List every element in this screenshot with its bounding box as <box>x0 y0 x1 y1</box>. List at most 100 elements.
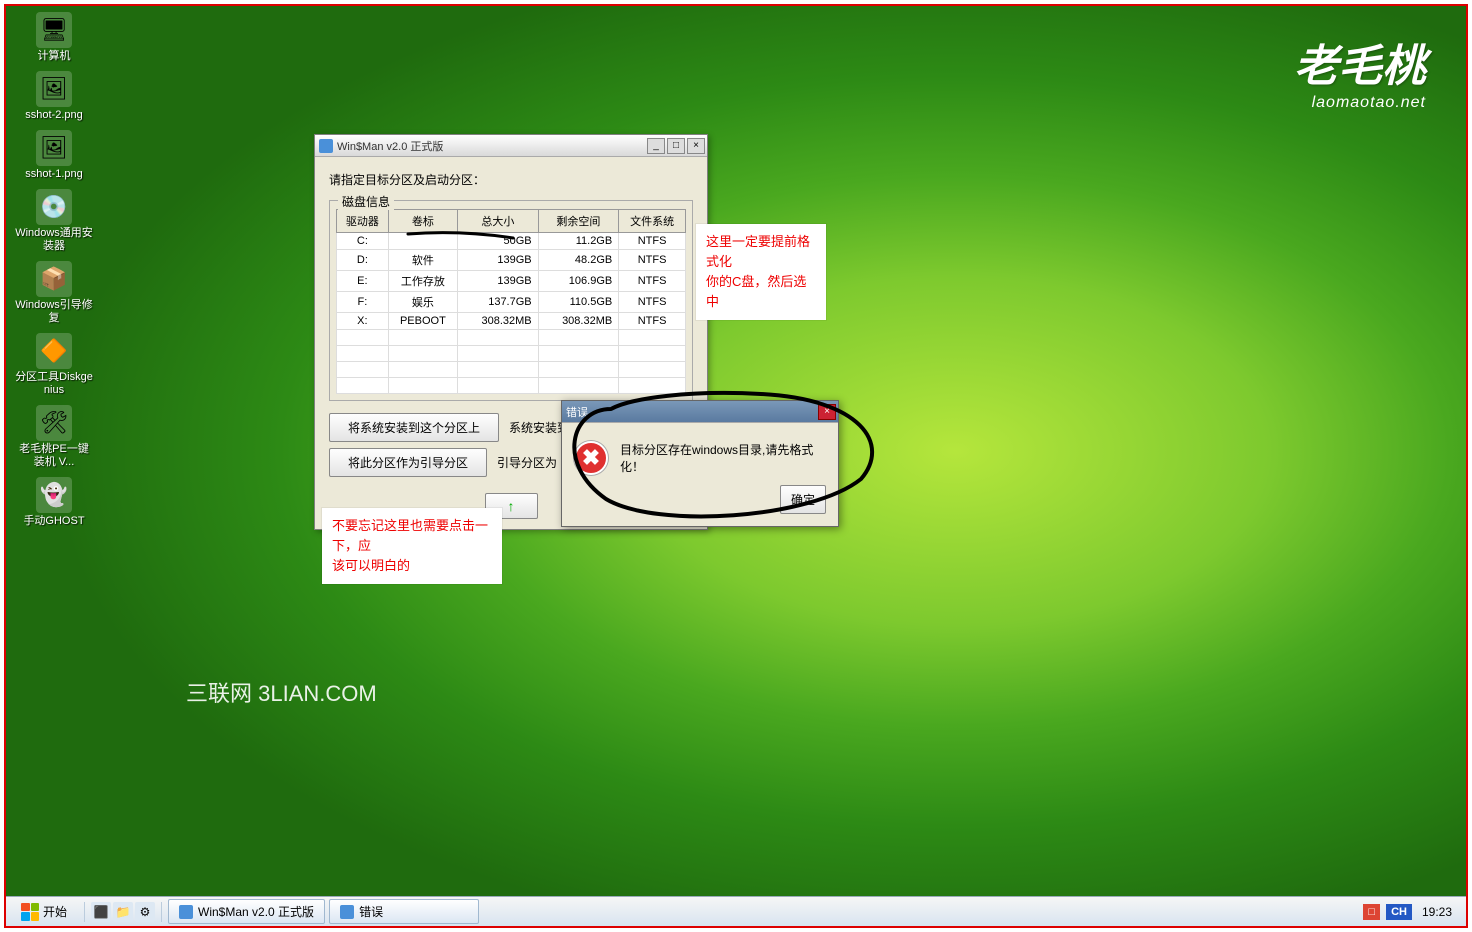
clock[interactable]: 19:23 <box>1418 905 1456 919</box>
windows-logo-icon <box>21 903 39 921</box>
taskbar-task-1[interactable]: 错误 <box>329 899 479 924</box>
desktop-icon-image: 📦 <box>36 261 72 297</box>
arrow-up-icon: ↑ <box>508 498 515 514</box>
table-row[interactable]: X:PEBOOT308.32MB308.32MBNTFS <box>337 313 686 330</box>
brand-subtitle: laomaotao.net <box>1294 94 1426 112</box>
disk-table[interactable]: 驱动器卷标总大小剩余空间文件系统 C:50GB11.2GBNTFSD:软件139… <box>336 209 686 394</box>
annotation-note-2: 不要忘记这里也需要点击一下，应 该可以明白的 <box>322 508 502 584</box>
table-row-empty <box>337 330 686 346</box>
minimize-button[interactable]: _ <box>647 138 665 154</box>
quick-launch-item-3[interactable]: ⚙ <box>135 902 155 922</box>
window-title: Win$Man v2.0 正式版 <box>337 138 645 154</box>
cell-free: 48.2GB <box>538 250 619 271</box>
table-row[interactable]: D:软件139GB48.2GBNTFS <box>337 250 686 271</box>
desktop-background[interactable]: 老毛桃 laomaotao.net 🖥计算机🖼sshot-2.png🖼sshot… <box>6 6 1466 896</box>
error-icon: ✖ <box>574 441 608 475</box>
start-label: 开始 <box>43 903 67 920</box>
desktop-icons: 🖥计算机 🖼sshot-2.png 🖼sshot-1.png 💿Windows通用安装… <box>14 12 94 536</box>
maximize-button[interactable]: □ <box>667 138 685 154</box>
cell-fs: NTFS <box>619 271 686 292</box>
quick-launch-item-2[interactable]: 📁 <box>113 902 133 922</box>
table-row-empty <box>337 378 686 394</box>
set-boot-partition-button[interactable]: 将此分区作为引导分区 <box>329 448 487 477</box>
note2-line2: 该可以明白的 <box>332 556 492 576</box>
column-header[interactable]: 总大小 <box>458 210 539 233</box>
column-header[interactable]: 卷标 <box>388 210 457 233</box>
cell-total: 139GB <box>458 250 539 271</box>
table-row[interactable]: E:工作存放139GB106.9GBNTFS <box>337 271 686 292</box>
cell-total: 139GB <box>458 271 539 292</box>
column-header[interactable]: 驱动器 <box>337 210 389 233</box>
error-body: ✖ 目标分区存在windows目录,请先格式化！ <box>562 423 838 485</box>
cell-drive: E: <box>337 271 389 292</box>
table-row-empty <box>337 362 686 378</box>
taskbar: 开始 ⬛ 📁 ⚙ Win$Man v2.0 正式版 错误 □ CH 19:23 <box>6 896 1466 926</box>
cell-total: 137.7GB <box>458 292 539 313</box>
taskbar-task-0[interactable]: Win$Man v2.0 正式版 <box>168 899 325 924</box>
disk-info-group: 磁盘信息 驱动器卷标总大小剩余空间文件系统 C:50GB11.2GBNTFSD:… <box>329 200 693 401</box>
desktop-icon-0[interactable]: 🖥计算机 <box>14 12 94 63</box>
note2-line1: 不要忘记这里也需要点击一下，应 <box>332 516 492 556</box>
error-dialog: 错误 × ✖ 目标分区存在windows目录,请先格式化！ 确定 <box>561 400 839 527</box>
column-header[interactable]: 文件系统 <box>619 210 686 233</box>
note1-line2: 你的C盘，然后选中 <box>706 272 816 312</box>
quick-launch-item-1[interactable]: ⬛ <box>91 902 111 922</box>
desktop-icon-label: 手动GHOST <box>14 515 94 528</box>
error-message: 目标分区存在windows目录,请先格式化！ <box>620 441 826 475</box>
winsman-titlebar[interactable]: Win$Man v2.0 正式版 _ □ × <box>315 135 707 157</box>
app-icon <box>319 139 333 153</box>
cell-fs: NTFS <box>619 233 686 250</box>
desktop-icon-label: Windows通用安装器 <box>14 227 94 253</box>
task-buttons: Win$Man v2.0 正式版 错误 <box>168 899 483 924</box>
task-label: Win$Man v2.0 正式版 <box>198 903 314 920</box>
error-title: 错误 <box>566 404 816 420</box>
ime-indicator-1[interactable]: □ <box>1363 904 1380 920</box>
task-icon <box>340 905 354 919</box>
column-header[interactable]: 剩余空间 <box>538 210 619 233</box>
desktop-icon-7[interactable]: 👻 手动GHOST <box>14 477 94 528</box>
table-row-empty <box>337 346 686 362</box>
cell-drive: F: <box>337 292 389 313</box>
task-icon <box>179 905 193 919</box>
table-row[interactable]: F:娱乐137.7GB110.5GBNTFS <box>337 292 686 313</box>
cell-total: 50GB <box>458 233 539 250</box>
desktop-icon-4[interactable]: 📦Windows引导修复 <box>14 261 94 325</box>
cell-label <box>388 233 457 250</box>
cell-label: 软件 <box>388 250 457 271</box>
desktop-icon-label: Windows引导修复 <box>14 299 94 325</box>
ime-indicator-2[interactable]: CH <box>1386 904 1412 920</box>
desktop-icon-image: 🖼 <box>36 71 72 107</box>
cell-drive: X: <box>337 313 389 330</box>
desktop-icon-1[interactable]: 🖼sshot-2.png <box>14 71 94 122</box>
cell-fs: NTFS <box>619 250 686 271</box>
desktop-icon-2[interactable]: 🖼sshot-1.png <box>14 130 94 181</box>
boot-status-label: 引导分区为 <box>497 454 557 471</box>
desktop-icon-label: 分区工具Diskgenius <box>14 371 94 397</box>
desktop-icon-image: 🛠 <box>36 405 72 441</box>
cell-drive: C: <box>337 233 389 250</box>
desktop-icon-image: 👻 <box>36 477 72 513</box>
cell-fs: NTFS <box>619 292 686 313</box>
desktop-icon-5[interactable]: 🔶分区工具Diskgenius <box>14 333 94 397</box>
close-button[interactable]: × <box>687 138 705 154</box>
task-label: 错误 <box>359 903 383 920</box>
note1-line1: 这里一定要提前格式化 <box>706 232 816 272</box>
error-ok-button[interactable]: 确定 <box>780 485 826 514</box>
annotation-note-1: 这里一定要提前格式化 你的C盘，然后选中 <box>696 224 826 320</box>
error-titlebar[interactable]: 错误 × <box>562 401 838 423</box>
install-to-partition-button[interactable]: 将系统安装到这个分区上 <box>329 413 499 442</box>
error-close-button[interactable]: × <box>818 404 836 420</box>
system-tray: □ CH 19:23 <box>1363 904 1462 920</box>
error-footer: 确定 <box>562 485 838 526</box>
desktop-icon-label: 计算机 <box>14 50 94 63</box>
cell-free: 106.9GB <box>538 271 619 292</box>
start-button[interactable]: 开始 <box>10 899 78 925</box>
cell-fs: NTFS <box>619 313 686 330</box>
desktop-icon-6[interactable]: 🛠老毛桃PE一键装机 V... <box>14 405 94 469</box>
cell-drive: D: <box>337 250 389 271</box>
instruction-text: 请指定目标分区及启动分区： <box>329 171 693 188</box>
group-title: 磁盘信息 <box>338 193 394 210</box>
cell-label: PEBOOT <box>388 313 457 330</box>
desktop-icon-3[interactable]: 💿Windows通用安装器 <box>14 189 94 253</box>
table-row[interactable]: C:50GB11.2GBNTFS <box>337 233 686 250</box>
